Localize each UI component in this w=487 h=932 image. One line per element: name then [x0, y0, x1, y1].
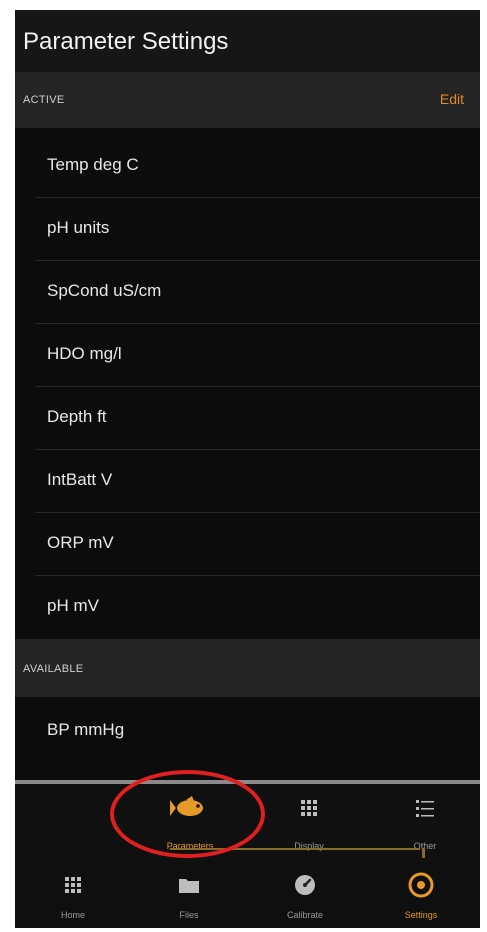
tab-calibrate[interactable]: Calibrate [247, 862, 363, 928]
tab-settings[interactable]: Settings [363, 862, 479, 928]
app-screen: Parameter Settings ACTIVE Edit Temp deg … [15, 10, 480, 928]
param-label: SpCond uS/cm [47, 281, 162, 300]
list-icon [375, 794, 475, 822]
param-label: Depth ft [47, 407, 107, 426]
param-row-ph-units[interactable]: pH units [15, 198, 480, 261]
tab-home[interactable]: Home [15, 862, 131, 928]
folder-icon [131, 872, 247, 898]
gear-icon [363, 872, 479, 898]
param-row-spcond[interactable]: SpCond uS/cm [15, 261, 480, 324]
param-row-hdo[interactable]: HDO mg/l [15, 324, 480, 387]
tab-connector-line [170, 848, 420, 850]
active-section-label: ACTIVE [23, 94, 65, 106]
title-bar: Parameter Settings [15, 10, 480, 72]
tab-label: Settings [404, 910, 438, 920]
param-row-bp[interactable]: BP mmHg [15, 700, 480, 763]
edit-button[interactable]: Edit [440, 91, 464, 107]
param-row-temp[interactable]: Temp deg C [15, 135, 480, 198]
param-row-depth[interactable]: Depth ft [15, 387, 480, 450]
page-title: Parameter Settings [23, 28, 229, 55]
param-row-ph-mv[interactable]: pH mV [15, 576, 480, 639]
param-label: BP mmHg [47, 720, 125, 739]
param-label: Temp deg C [47, 155, 139, 174]
param-row-orp[interactable]: ORP mV [15, 513, 480, 576]
param-label: ORP mV [47, 533, 114, 552]
sub-tab-bar: Parameters Display Other [15, 784, 480, 862]
gauge-icon [247, 872, 363, 898]
available-section-label: AVAILABLE [23, 663, 84, 675]
grid-icon [15, 872, 131, 898]
grid-icon [259, 794, 359, 822]
param-label: HDO mg/l [47, 344, 122, 363]
tab-label: Calibrate [286, 910, 324, 920]
tab-parameters[interactable]: Parameters [140, 784, 240, 862]
param-row-intbatt[interactable]: IntBatt V [15, 450, 480, 513]
param-label: pH mV [47, 596, 99, 615]
param-label: IntBatt V [47, 470, 113, 489]
available-section-header: AVAILABLE [15, 639, 480, 697]
fish-icon [140, 794, 240, 822]
tab-label: Files [179, 910, 199, 920]
tab-label: Home [60, 910, 85, 920]
main-tab-bar: Home Files Calibrate Settings [15, 862, 480, 928]
param-label: pH units [47, 218, 110, 237]
active-section-header: ACTIVE Edit [15, 72, 480, 128]
tab-display[interactable]: Display [259, 784, 359, 862]
tab-other[interactable]: Other [375, 784, 475, 862]
tab-connector-tick [422, 848, 425, 858]
tab-files[interactable]: Files [131, 862, 247, 928]
